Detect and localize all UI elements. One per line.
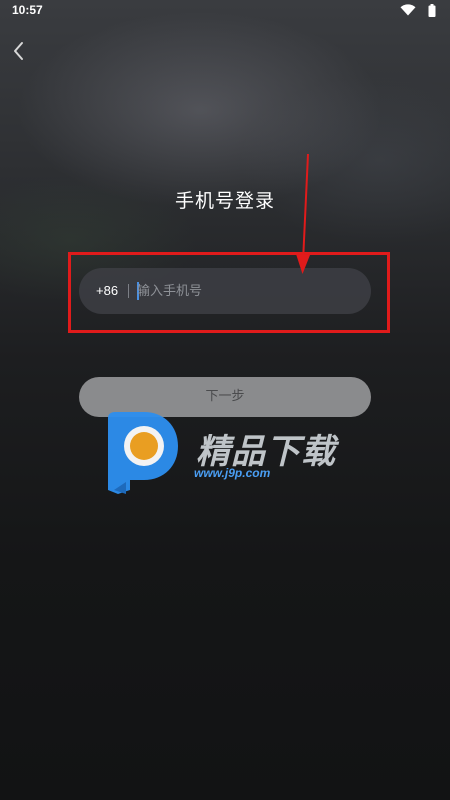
- watermark: 精品下载 www.j9p.com: [104, 410, 364, 500]
- battery-icon: [428, 4, 436, 17]
- status-time: 10:57: [12, 3, 43, 17]
- p-logo-icon: [108, 412, 178, 494]
- status-icons: [400, 4, 440, 18]
- annotation-arrow-icon: [296, 153, 310, 274]
- page-title: 手机号登录: [174, 190, 275, 212]
- watermark-url: www.j9p.com: [194, 466, 271, 480]
- wifi-icon: [400, 4, 416, 16]
- status-bar: 10:57: [0, 0, 450, 22]
- chevron-left-icon[interactable]: [8, 38, 30, 64]
- annotation-highlight-box: [68, 252, 390, 333]
